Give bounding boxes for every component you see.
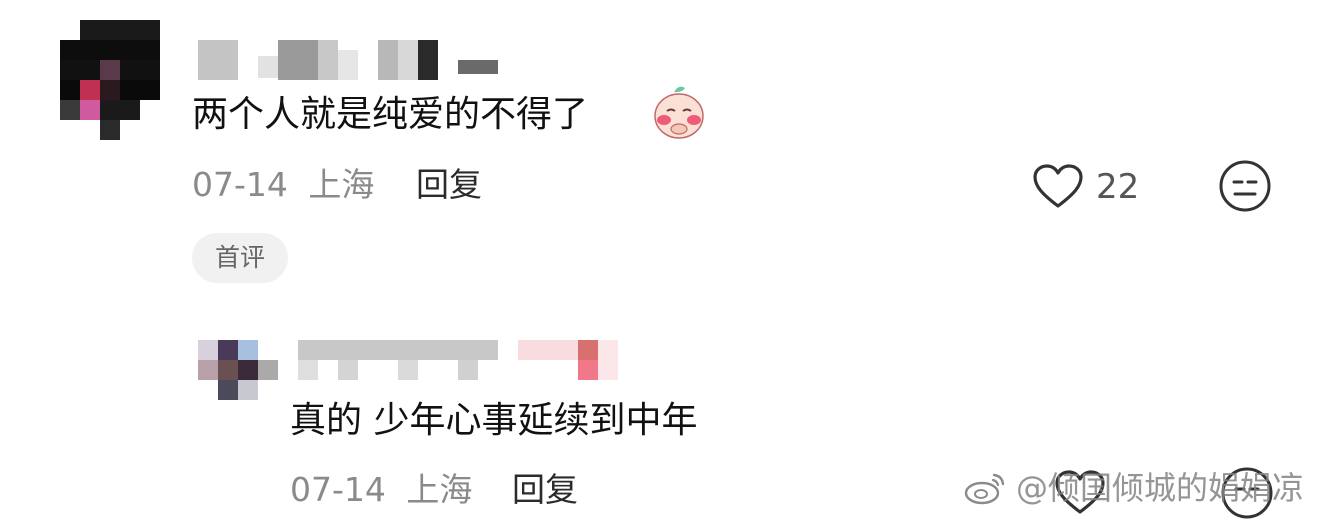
comment-meta: 07-14 上海 bbox=[290, 470, 472, 510]
username-blurred[interactable] bbox=[298, 330, 628, 380]
comment-text: 两个人就是纯爱的不得了 bbox=[192, 94, 589, 135]
avatar[interactable] bbox=[60, 20, 160, 140]
avatar[interactable] bbox=[198, 320, 278, 400]
username-blurred[interactable] bbox=[198, 40, 508, 80]
weibo-watermark: @倾国倾城的娟娟凉 bbox=[964, 468, 1304, 508]
comment-meta: 07-14 上海 bbox=[192, 165, 374, 205]
first-comment-badge: 首评 bbox=[192, 233, 288, 283]
reply-button[interactable]: 回复 bbox=[416, 165, 482, 205]
comment-date: 07-14 bbox=[290, 470, 386, 509]
comment-text: 真的 少年心事延续到中年 bbox=[290, 400, 698, 441]
weibo-logo-icon bbox=[964, 473, 1005, 505]
comment-date: 07-14 bbox=[192, 165, 288, 204]
heart-outline-icon[interactable] bbox=[1032, 164, 1084, 210]
comment-location: 上海 bbox=[406, 470, 473, 509]
comment-location: 上海 bbox=[308, 165, 375, 204]
watermark-text: @倾国倾城的娟娟凉 bbox=[1015, 469, 1304, 507]
neutral-face-icon[interactable] bbox=[1218, 159, 1272, 213]
blushing-peach-emoji bbox=[654, 86, 704, 139]
like-count: 22 bbox=[1096, 167, 1140, 207]
reply-button[interactable]: 回复 bbox=[512, 470, 578, 510]
